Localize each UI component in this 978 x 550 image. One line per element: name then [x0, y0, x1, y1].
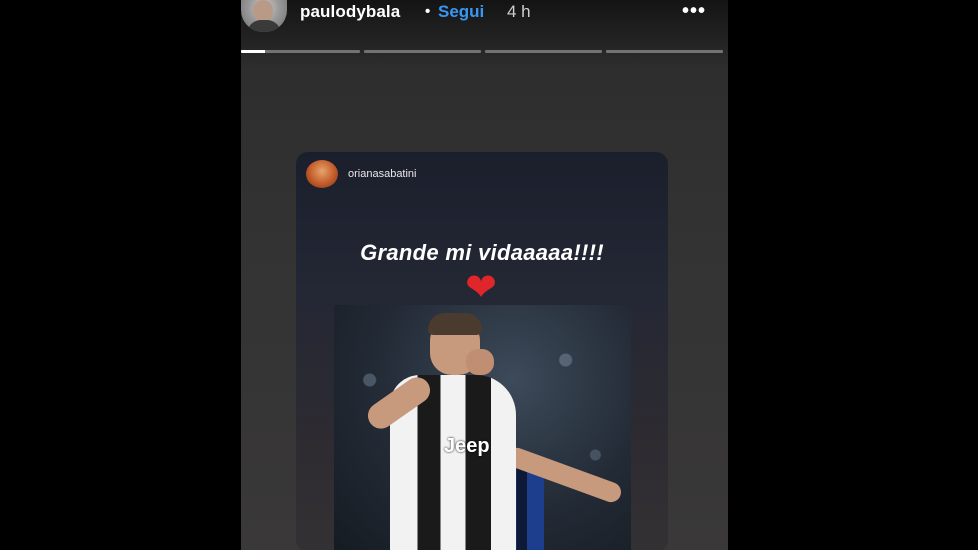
story-caption: Grande mi vidaaaaa!!!! — [360, 240, 604, 265]
heart-icon: ❤ — [465, 267, 497, 309]
username[interactable]: paulodybala — [300, 2, 400, 22]
player-hand — [466, 349, 494, 375]
player-hair — [428, 313, 482, 335]
jersey-sponsor: Jeep — [444, 435, 490, 457]
story-viewer: paulodybala • Segui 4 h ••• orianasabati… — [241, 0, 728, 550]
progress-segment — [241, 50, 360, 53]
shared-story-card[interactable]: orianasabatini Grande mi vidaaaaa!!!! ❤ … — [296, 152, 668, 550]
follow-button[interactable]: Segui — [438, 2, 484, 22]
user-avatar[interactable] — [241, 0, 287, 32]
shared-user-avatar[interactable] — [306, 160, 338, 188]
story-progress — [241, 50, 728, 53]
progress-segment — [485, 50, 602, 53]
more-options-icon[interactable]: ••• — [674, 0, 714, 24]
avatar-face — [253, 0, 273, 22]
progress-segment — [606, 50, 723, 53]
player-photo: Jeep — [334, 305, 631, 550]
story-header: paulodybala • Segui 4 h ••• — [241, 0, 728, 40]
progress-fill — [241, 50, 265, 53]
progress-segment — [364, 50, 481, 53]
shared-username[interactable]: orianasabatini — [348, 168, 417, 180]
avatar-shirt — [247, 20, 281, 32]
post-time: 4 h — [507, 2, 531, 21]
separator-dot: • — [425, 3, 431, 20]
